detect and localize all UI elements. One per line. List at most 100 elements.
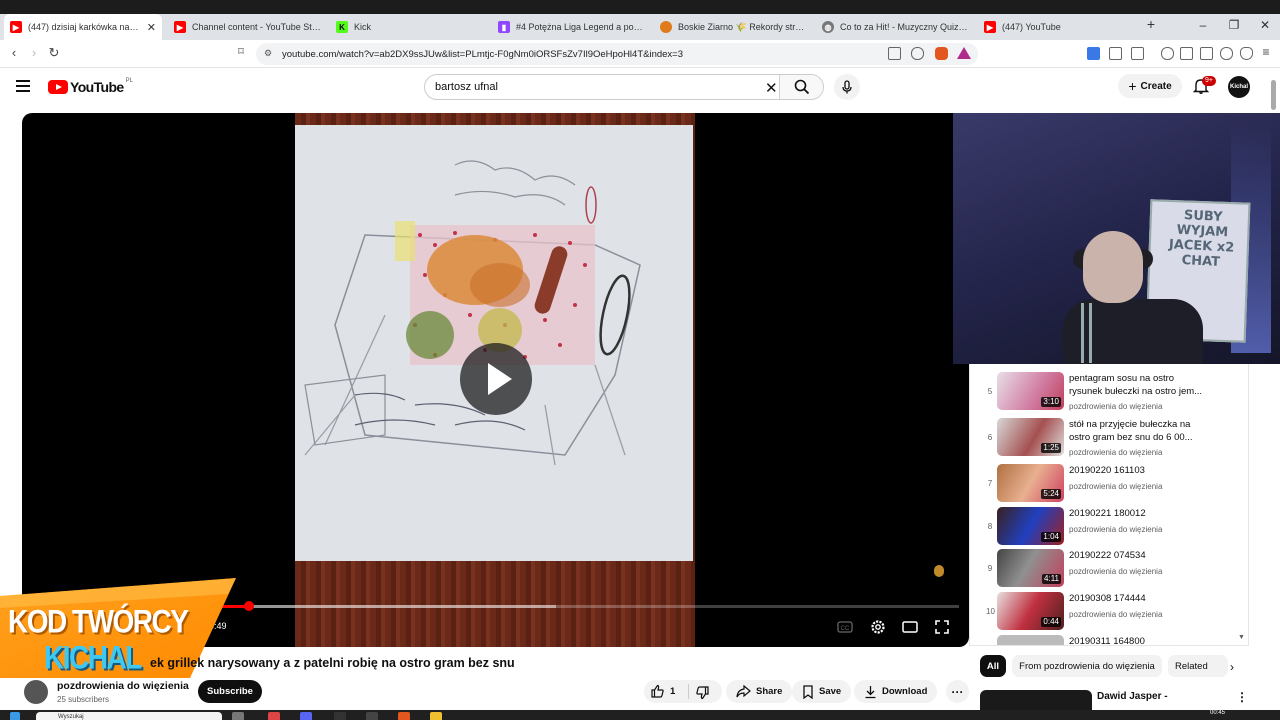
playlist-item[interactable]: 5 3:10 pentagram sosu na ostro rysunek b… [970, 372, 1240, 414]
forward-arrow-icon[interactable]: › [26, 45, 42, 60]
plus-icon: + [1128, 78, 1137, 94]
subscriber-count: 25 subscribers [57, 695, 110, 704]
theater-mode-button[interactable] [901, 618, 919, 636]
share-button[interactable]: Share [726, 680, 793, 703]
progress-bar[interactable] [212, 601, 959, 611]
video-thumbnail: 1:04 [997, 507, 1064, 545]
browser-tab-quiz[interactable]: ◍ Co to za Hit! - Muzyczny Quiz Hip-Hop [822, 16, 972, 38]
video-thumbnail: 1:25 [997, 418, 1064, 456]
playlist-item[interactable]: 7 5:24 20190220 161103 pozdrowienia do w… [970, 464, 1240, 506]
closed-captions-icon: CC [837, 621, 853, 633]
create-button[interactable]: + Create [1118, 74, 1182, 98]
extension-icon[interactable] [1109, 47, 1122, 60]
browser-tab-boskie[interactable]: Boskie Ziarno 🌾 Rekordy streamera [660, 16, 810, 38]
play-button[interactable] [460, 343, 532, 415]
search-input[interactable]: bartosz ufnal [435, 81, 498, 93]
chip-all[interactable]: All [980, 655, 1006, 677]
windows-start-icon[interactable] [10, 712, 20, 720]
music-icon[interactable] [1161, 47, 1174, 60]
scrubber-knob[interactable] [244, 601, 255, 611]
site-info-icon[interactable]: ⚙ [264, 48, 274, 58]
browser-tab-kick[interactable]: K Kick [336, 16, 486, 38]
maximize-window-icon[interactable]: ❐ [1226, 18, 1242, 32]
translate-extension-icon[interactable] [1087, 47, 1100, 60]
channel-avatar[interactable] [24, 680, 48, 704]
playlist-item[interactable]: 6 1:25 stół na przyjęcie bułeczka na ost… [970, 418, 1240, 460]
subtitles-button[interactable]: CC [836, 618, 854, 636]
chip-from-channel[interactable]: From pozdrowienia do więzienia [1012, 655, 1162, 677]
taskbar-search[interactable]: Wyszukaj [36, 712, 222, 720]
chevron-right-icon[interactable]: › [1222, 660, 1242, 680]
globe-favicon-icon: ◍ [822, 21, 834, 33]
new-tab-button[interactable]: + [1143, 16, 1159, 32]
channel-name[interactable]: pozdrowienia do więzienia [57, 680, 189, 692]
clear-search-icon[interactable]: ✕ [765, 79, 778, 97]
more-actions-icon[interactable]: ··· [946, 680, 969, 703]
account-avatar[interactable]: Kichal [1228, 76, 1250, 98]
playlist-item[interactable]: 10 0:44 20190308 174444 pozdrowienia do … [970, 592, 1240, 634]
extension-icon[interactable] [1131, 47, 1144, 60]
leo-ai-icon[interactable] [1220, 47, 1233, 60]
download-button[interactable]: Download [854, 680, 938, 703]
video-thumbnail [997, 635, 1064, 645]
wallet-icon[interactable] [1200, 47, 1213, 60]
youtube-logo[interactable]: YouTube PL [48, 78, 133, 95]
sidebar-icon[interactable] [1180, 47, 1193, 60]
task-view-icon[interactable] [232, 712, 244, 720]
discord-icon[interactable] [300, 712, 312, 720]
share-icon [736, 685, 751, 698]
save-button[interactable]: Save [792, 680, 852, 703]
app-icon[interactable] [366, 712, 378, 720]
windows-taskbar: Wyszukaj 00:45 [0, 710, 1280, 720]
browser-menu-icon[interactable]: ≡ [1258, 45, 1274, 59]
browser-tab-youtube[interactable]: ▶ (447) YouTube [984, 16, 1134, 38]
folder-icon[interactable] [430, 712, 442, 720]
channel-watermark-icon[interactable] [934, 565, 944, 577]
hamburger-menu-icon[interactable] [16, 80, 30, 92]
video-player[interactable]: 0:49 CC [22, 113, 969, 647]
brave-icon[interactable] [398, 712, 410, 720]
settings-button[interactable] [869, 618, 887, 636]
share-page-icon[interactable] [911, 47, 924, 60]
video-title: ek grillek narysowany a z patelni robię … [150, 656, 515, 670]
bookmark-icon[interactable]: ⌑ [233, 45, 249, 58]
vpn-icon[interactable] [1240, 47, 1253, 60]
subscribe-button[interactable]: Subscribe [198, 680, 262, 703]
back-arrow-icon[interactable]: ‹ [6, 45, 22, 60]
more-vert-icon[interactable]: ⋮ [1236, 690, 1248, 704]
playlist-item[interactable]: 8 1:04 20190221 180012 pozdrowienia do w… [970, 507, 1240, 549]
browser-tab-twitch[interactable]: ▮ #4 Potężna Liga Legend a potem [498, 16, 648, 38]
video-thumbnail: 4:11 [997, 549, 1064, 587]
address-bar[interactable]: ⚙ youtube.com/watch?v=ab2DX9ssJUw&list=P… [256, 43, 978, 65]
obs-icon[interactable] [334, 712, 346, 720]
search-box[interactable]: bartosz ufnal ✕ [424, 74, 824, 100]
brave-rewards-icon[interactable] [957, 47, 971, 59]
close-window-icon[interactable]: ✕ [1257, 18, 1273, 32]
page-scrollbar[interactable] [1270, 70, 1278, 710]
browser-tab-active[interactable]: ▶ (447) dzisiaj karkówka na obiadek ✕ [4, 14, 162, 40]
recommended-video-title[interactable]: Dawid Jasper - [1097, 691, 1168, 702]
screen: ▶ (447) dzisiaj karkówka na obiadek ✕ ▶ … [0, 0, 1280, 720]
close-tab-icon[interactable]: ✕ [147, 21, 156, 34]
minimize-window-icon[interactable]: – [1195, 18, 1211, 32]
chip-related[interactable]: Related [1168, 655, 1228, 677]
creator-code-line1: KOD TWÓRCY [8, 603, 189, 640]
thumbs-up-icon [651, 684, 664, 698]
search-button[interactable] [779, 75, 823, 99]
bookmark-icon [803, 684, 813, 699]
whiteboard-text: SUBY WYJAM JACEK x2 CHAT [1168, 208, 1235, 270]
reload-icon[interactable]: ↻ [46, 45, 62, 61]
browser-tab-studio[interactable]: ▶ Channel content - YouTube Studio [174, 16, 324, 38]
youtube-favicon-icon: ▶ [984, 21, 996, 33]
dislike-button[interactable] [695, 685, 710, 705]
chrome-icon[interactable] [268, 712, 280, 720]
playlist-item[interactable]: 20190311 164800 [970, 635, 1240, 645]
like-button[interactable] [650, 684, 665, 704]
fullscreen-button[interactable] [933, 618, 951, 636]
brave-shield-icon[interactable] [935, 47, 948, 60]
cast-icon[interactable] [888, 47, 901, 60]
taskbar-clock[interactable]: 00:45 [1210, 710, 1225, 716]
playlist-scroll-down-icon[interactable]: ▼ [1238, 634, 1245, 641]
voice-search-button[interactable] [834, 74, 860, 100]
playlist-item[interactable]: 9 4:11 20190222 074534 pozdrowienia do w… [970, 549, 1240, 591]
